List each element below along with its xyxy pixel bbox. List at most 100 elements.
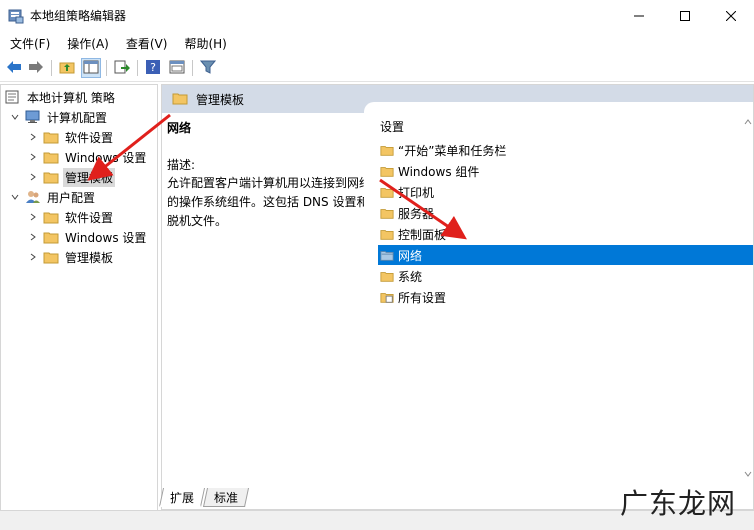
filter-icon bbox=[199, 60, 217, 77]
folder-icon bbox=[43, 170, 59, 184]
view-tabs: 扩展 标准 bbox=[158, 488, 250, 508]
list-item[interactable]: 所有设置 bbox=[378, 287, 753, 307]
tree-item-computer-config[interactable]: 计算机配置 bbox=[9, 107, 109, 127]
tree-label-root: 本地计算机 策略 bbox=[27, 90, 115, 105]
back-button[interactable] bbox=[4, 58, 24, 78]
forward-icon bbox=[28, 60, 44, 77]
expand-chevron-icon[interactable] bbox=[27, 151, 39, 163]
up-folder-icon bbox=[59, 60, 75, 77]
list-item[interactable]: “开始”菜单和任务栏 bbox=[378, 140, 753, 160]
help-button[interactable]: ? bbox=[143, 58, 163, 78]
watermark: 广东龙网 bbox=[620, 487, 737, 520]
tab-label: 标准 bbox=[214, 491, 239, 505]
list-item[interactable]: 系统 bbox=[378, 266, 753, 286]
description-panel: 网络 描述: 允许配置客户端计算机用以连接到网络的操作系统组件。这包括 DNS … bbox=[167, 119, 372, 231]
properties-button[interactable] bbox=[167, 58, 187, 78]
folder-open-icon bbox=[380, 248, 394, 262]
forward-button[interactable] bbox=[26, 58, 46, 78]
list-item-label: “开始”菜单和任务栏 bbox=[398, 143, 507, 158]
minimize-button[interactable] bbox=[616, 0, 662, 31]
list-item-label: 系统 bbox=[398, 269, 423, 284]
menu-help[interactable]: 帮助(H) bbox=[174, 32, 233, 54]
folder-icon bbox=[43, 210, 59, 224]
tree-item-root[interactable]: 本地计算机 策略 bbox=[5, 87, 117, 107]
folder-icon bbox=[43, 230, 59, 244]
up-folder-button[interactable] bbox=[57, 58, 77, 78]
folder-icon bbox=[43, 150, 59, 164]
scroll-up-arrow-icon[interactable] bbox=[743, 116, 753, 126]
tree-label: Windows 设置 bbox=[65, 230, 147, 245]
folder-icon bbox=[380, 164, 394, 178]
menu-file[interactable]: 文件(F) bbox=[0, 32, 57, 54]
folder-icon bbox=[43, 250, 59, 264]
collapse-chevron-icon[interactable] bbox=[9, 111, 21, 123]
expand-chevron-icon[interactable] bbox=[27, 231, 39, 243]
menu-bar: 文件(F) 操作(A) 查看(V) 帮助(H) bbox=[0, 32, 754, 54]
details-pane: 管理模板 网络 描述: 允许配置客户端计算机用以连接到网络的操作系统组件。这包括… bbox=[161, 84, 754, 510]
expand-chevron-icon[interactable] bbox=[27, 211, 39, 223]
tree-item-user-admin-templates[interactable]: 管理模板 bbox=[27, 247, 115, 267]
scroll-down-arrow-icon[interactable] bbox=[743, 468, 753, 478]
tree-label-user-config: 用户配置 bbox=[47, 190, 96, 205]
folder-icon bbox=[380, 206, 394, 220]
maximize-button[interactable] bbox=[662, 0, 708, 31]
tree-label: 软件设置 bbox=[65, 130, 114, 145]
tree-item-user-config[interactable]: 用户配置 bbox=[9, 187, 97, 207]
group-policy-app-icon bbox=[8, 8, 24, 24]
tree-item-computer-windows[interactable]: Windows 设置 bbox=[27, 147, 148, 167]
folder-icon bbox=[43, 130, 59, 144]
expand-chevron-icon[interactable] bbox=[27, 251, 39, 263]
export-icon bbox=[114, 60, 130, 77]
collapse-chevron-icon[interactable] bbox=[9, 191, 21, 203]
list-item-label: Windows 组件 bbox=[398, 164, 480, 179]
list-item-label: 所有设置 bbox=[398, 290, 447, 305]
tree-label: Windows 设置 bbox=[65, 150, 147, 165]
folder-icon bbox=[380, 227, 394, 241]
computer-icon bbox=[25, 110, 41, 124]
help-icon: ? bbox=[145, 59, 161, 78]
menu-action[interactable]: 操作(A) bbox=[57, 32, 116, 54]
tab-label: 扩展 bbox=[170, 491, 195, 505]
list-item[interactable]: 控制面板 bbox=[378, 224, 753, 244]
description-text: 允许配置客户端计算机用以连接到网络的操作系统组件。这包括 DNS 设置和脱机文件… bbox=[167, 176, 372, 228]
tree-label-selected: 管理模板 bbox=[63, 167, 116, 187]
tree-item-computer-admin-templates[interactable]: 管理模板 bbox=[27, 167, 116, 187]
tree-item-user-windows[interactable]: Windows 设置 bbox=[27, 227, 148, 247]
folder-icon bbox=[380, 269, 394, 283]
export-button[interactable] bbox=[112, 58, 132, 78]
tree-item-computer-software[interactable]: 软件设置 bbox=[27, 127, 115, 147]
window-title: 本地组策略编辑器 bbox=[30, 9, 127, 23]
menu-view[interactable]: 查看(V) bbox=[116, 32, 175, 54]
expand-chevron-icon[interactable] bbox=[27, 171, 39, 183]
user-icon bbox=[25, 190, 41, 204]
show-hide-tree-button[interactable] bbox=[81, 58, 101, 78]
list-item[interactable]: 打印机 bbox=[378, 182, 753, 202]
tree-label: 管理模板 bbox=[65, 250, 114, 265]
tree-item-user-software[interactable]: 软件设置 bbox=[27, 207, 115, 227]
description-title: 网络 bbox=[167, 121, 192, 135]
tab-extended[interactable]: 扩展 bbox=[158, 488, 206, 507]
close-button[interactable] bbox=[708, 0, 754, 31]
title-bar: 本地组策略编辑器 bbox=[0, 0, 754, 31]
svg-text:?: ? bbox=[150, 61, 156, 74]
folder-icon bbox=[380, 185, 394, 199]
maximize-icon bbox=[680, 10, 690, 21]
tree-label: 软件设置 bbox=[65, 210, 114, 225]
folder-icon bbox=[380, 143, 394, 157]
folder-icon bbox=[172, 91, 188, 108]
properties-icon bbox=[169, 60, 185, 77]
list-item[interactable]: 服务器 bbox=[378, 203, 753, 223]
computer-policy-icon bbox=[5, 90, 21, 104]
close-icon bbox=[726, 10, 736, 21]
vertical-scrollbar[interactable] bbox=[743, 116, 753, 496]
list-item-label: 服务器 bbox=[398, 206, 435, 221]
filter-button[interactable] bbox=[198, 58, 218, 78]
description-label: 描述: bbox=[167, 158, 196, 172]
expand-chevron-icon[interactable] bbox=[27, 131, 39, 143]
tab-standard[interactable]: 标准 bbox=[202, 488, 250, 507]
column-header-setting[interactable]: 设置 bbox=[380, 118, 404, 135]
list-item-selected[interactable]: 网络 bbox=[378, 245, 753, 265]
toolbar: ? bbox=[0, 55, 754, 82]
list-item[interactable]: Windows 组件 bbox=[378, 161, 753, 181]
back-icon bbox=[6, 60, 22, 77]
